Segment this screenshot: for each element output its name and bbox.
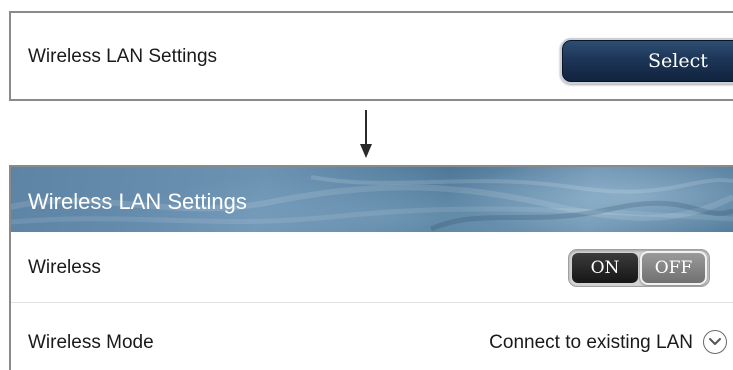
select-button[interactable]: Select bbox=[560, 38, 733, 84]
wireless-row: Wireless ON OFF bbox=[11, 232, 733, 303]
wireless-lan-settings-panel: Wireless LAN Settings Wireless ON OFF Wi… bbox=[9, 165, 733, 370]
panel-title: Wireless LAN Settings bbox=[28, 189, 247, 214]
down-arrow-line bbox=[365, 110, 367, 146]
screen: Wireless LAN Settings Select Wireless LA… bbox=[0, 0, 733, 370]
down-arrow-icon bbox=[360, 144, 372, 158]
wireless-lan-settings-row: Wireless LAN Settings Select bbox=[9, 11, 733, 101]
wireless-toggle[interactable]: ON OFF bbox=[568, 249, 710, 287]
wireless-mode-value[interactable]: Connect to existing LAN bbox=[489, 332, 693, 354]
chevron-down-icon[interactable] bbox=[703, 330, 727, 354]
wireless-lan-settings-label: Wireless LAN Settings bbox=[28, 46, 218, 67]
toggle-off-option[interactable]: OFF bbox=[640, 251, 707, 285]
wireless-mode-label: Wireless Mode bbox=[28, 332, 154, 353]
panel-header: Wireless LAN Settings bbox=[11, 167, 733, 232]
wireless-mode-row[interactable]: Wireless Mode Connect to existing LAN bbox=[11, 303, 733, 370]
wireless-label: Wireless bbox=[28, 257, 101, 278]
toggle-on-option[interactable]: ON bbox=[572, 253, 638, 283]
